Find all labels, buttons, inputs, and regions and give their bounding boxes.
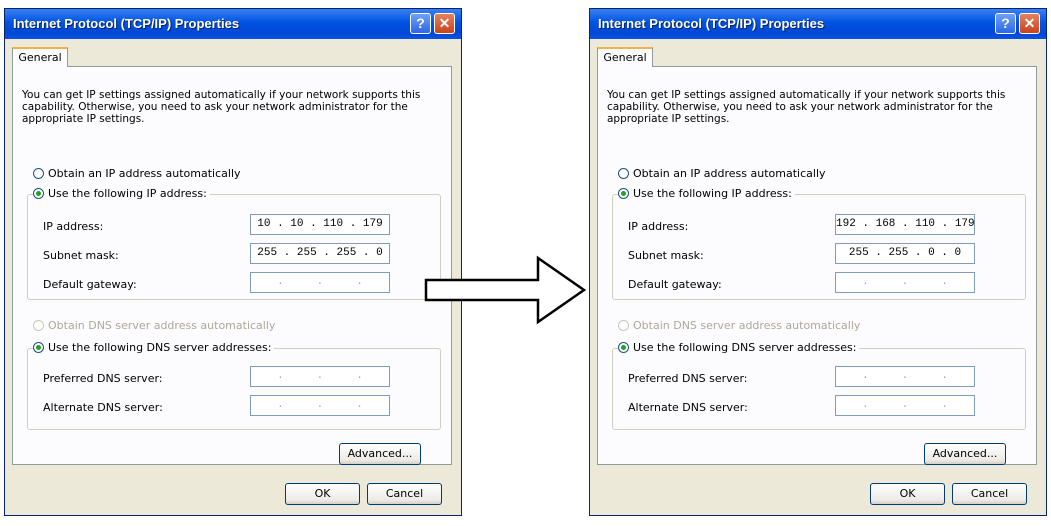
radio-unchecked-icon [618,168,629,179]
help-button[interactable]: ? [410,13,431,34]
dialog-title: Internet Protocol (TCP/IP) Properties [5,9,461,39]
dialog-title: Internet Protocol (TCP/IP) Properties [590,9,1046,39]
advanced-button[interactable]: Advanced... [924,443,1006,465]
ip-address-field[interactable]: 192 . 168 . 110 . 179 [835,214,975,235]
dns-server-group [27,348,441,430]
alternate-dns-field[interactable]: . . . [250,395,390,416]
default-gateway-label: Default gateway: [43,278,137,291]
radio-label: Use the following DNS server addresses: [48,341,272,354]
radio-label: Use the following IP address: [633,187,792,200]
radio-use-following-ip[interactable]: Use the following IP address: [33,187,210,201]
cancel-button[interactable]: Cancel [367,483,442,505]
alternate-dns-label: Alternate DNS server: [43,401,163,414]
tcpip-properties-dialog-before: Internet Protocol (TCP/IP) Properties ? … [4,8,462,516]
close-button[interactable]: ✕ [434,13,455,34]
preferred-dns-label: Preferred DNS server: [43,372,163,385]
alternate-dns-field[interactable]: . . . [835,395,975,416]
radio-use-following-dns[interactable]: Use the following DNS server addresses: [618,341,860,355]
advanced-button[interactable]: Advanced... [339,443,421,465]
radio-checked-icon [618,342,629,353]
radio-label: Obtain an IP address automatically [48,167,241,180]
radio-obtain-ip-auto[interactable]: Obtain an IP address automatically [33,167,241,181]
close-button[interactable]: ✕ [1019,13,1040,34]
radio-obtain-dns-auto[interactable]: Obtain DNS server address automatically [618,319,860,333]
ok-button[interactable]: OK [870,483,945,505]
radio-unchecked-icon [33,168,44,179]
subnet-mask-field[interactable]: 255 . 255 . 0 . 0 [835,243,975,264]
preferred-dns-label: Preferred DNS server: [628,372,748,385]
radio-checked-icon [33,342,44,353]
subnet-mask-field[interactable]: 255 . 255 . 255 . 0 [250,243,390,264]
default-gateway-field[interactable]: . . . [835,272,975,293]
radio-disabled-icon [618,320,629,331]
radio-label: Use the following IP address: [48,187,207,200]
help-button[interactable]: ? [995,13,1016,34]
ip-address-label: IP address: [628,220,689,233]
general-panel: You can get IP settings assigned automat… [12,66,452,465]
general-panel: You can get IP settings assigned automat… [597,66,1037,465]
radio-label: Obtain an IP address automatically [633,167,826,180]
radio-checked-icon [33,188,44,199]
description-text: You can get IP settings assigned automat… [607,89,1006,125]
radio-checked-icon [618,188,629,199]
ip-address-label: IP address: [43,220,104,233]
radio-obtain-ip-auto[interactable]: Obtain an IP address automatically [618,167,826,181]
default-gateway-field[interactable]: . . . [250,272,390,293]
radio-label: Obtain DNS server address automatically [633,319,861,332]
description-text: You can get IP settings assigned automat… [22,89,421,125]
cancel-button[interactable]: Cancel [952,483,1027,505]
preferred-dns-field[interactable]: . . . [250,366,390,387]
subnet-mask-label: Subnet mask: [628,249,704,262]
tab-general[interactable]: General [597,47,653,67]
tab-general[interactable]: General [12,47,68,67]
radio-label: Obtain DNS server address automatically [48,319,276,332]
tcpip-properties-dialog-after: Internet Protocol (TCP/IP) Properties ? … [589,8,1047,516]
radio-obtain-dns-auto[interactable]: Obtain DNS server address automatically [33,319,275,333]
dns-server-group [612,348,1026,430]
radio-use-following-dns[interactable]: Use the following DNS server addresses: [33,341,275,355]
radio-use-following-ip[interactable]: Use the following IP address: [618,187,795,201]
alternate-dns-label: Alternate DNS server: [628,401,748,414]
subnet-mask-label: Subnet mask: [43,249,119,262]
preferred-dns-field[interactable]: . . . [835,366,975,387]
ip-address-field[interactable]: 10 . 10 . 110 . 179 [250,214,390,235]
ok-button[interactable]: OK [285,483,360,505]
radio-disabled-icon [33,320,44,331]
radio-label: Use the following DNS server addresses: [633,341,857,354]
default-gateway-label: Default gateway: [628,278,722,291]
right-arrow-icon [424,255,587,325]
